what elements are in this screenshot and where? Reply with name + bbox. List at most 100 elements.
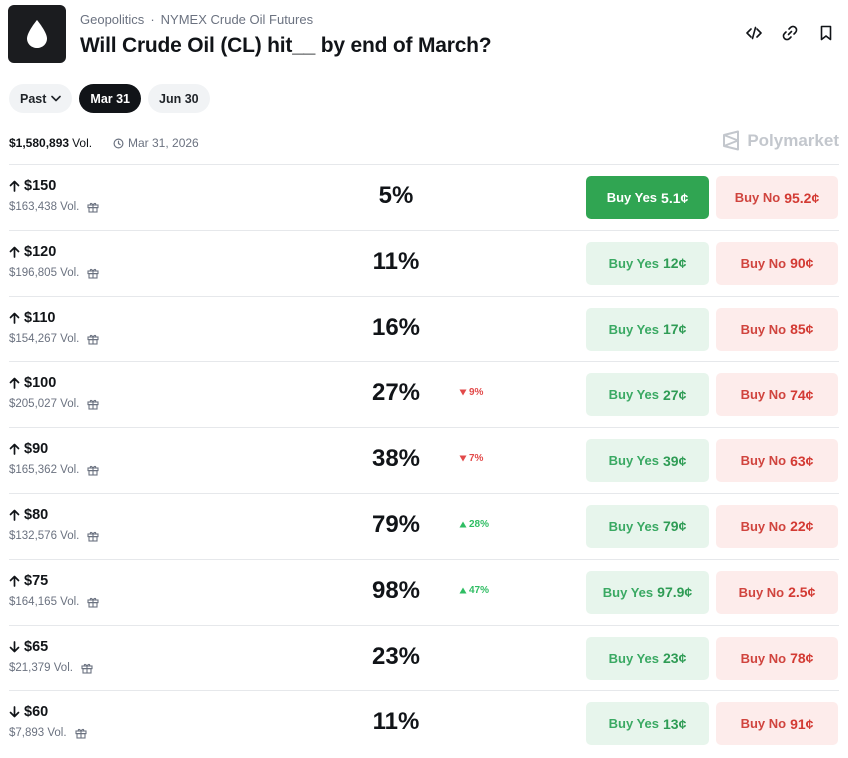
buy-yes-button[interactable]: Buy Yes 79¢ — [586, 504, 709, 548]
buy-no-button[interactable]: Buy No 63¢ — [716, 439, 838, 483]
gift-icon[interactable] — [87, 333, 99, 345]
outcome-volume: $21,379 Vol. — [9, 662, 93, 674]
probability-change: 47% — [459, 585, 489, 596]
outcome-row[interactable]: $60 $7,893 Vol. 11% Buy Yes 13¢ Buy No 9… — [9, 690, 839, 756]
strike-label: $80 — [24, 506, 49, 523]
change-up-icon — [459, 521, 467, 528]
page-title: Will Crude Oil (CL) hit__ by end of Marc… — [80, 34, 492, 57]
outcome-row[interactable]: $75 $164,165 Vol. 98% 47% Buy Yes 97.9¢ … — [9, 558, 839, 625]
link-icon[interactable] — [780, 23, 800, 43]
buy-no-button[interactable]: Buy No 91¢ — [716, 702, 838, 746]
outcome-volume-value: $205,027 Vol. — [9, 398, 80, 411]
gift-icon[interactable] — [75, 727, 87, 739]
probability-value: 27% — [371, 379, 421, 407]
outcome-volume: $7,893 Vol. — [9, 727, 87, 739]
outcome-row[interactable]: $150 $163,438 Vol. 5% Buy Yes 5.1¢ Buy N… — [9, 164, 839, 230]
buy-yes-button[interactable]: Buy Yes 97.9¢ — [586, 570, 709, 614]
buy-no-button[interactable]: Buy No 95.2¢ — [716, 176, 838, 219]
change-down-icon — [459, 389, 467, 396]
buy-yes-button[interactable]: Buy Yes 23¢ — [586, 636, 709, 680]
gift-icon[interactable] — [87, 267, 99, 279]
gift-icon[interactable] — [87, 201, 99, 213]
brand-name: Polymarket — [747, 130, 839, 150]
gift-icon[interactable] — [81, 662, 93, 674]
polymarket-logo-icon — [723, 130, 740, 151]
probability-value: 5% — [378, 182, 414, 209]
buy-no-price: 63¢ — [790, 452, 814, 469]
buy-yes-price: 79¢ — [663, 518, 687, 535]
embed-code-icon[interactable] — [744, 23, 764, 43]
gift-icon[interactable] — [87, 530, 99, 542]
buy-yes-price: 27¢ — [663, 386, 687, 403]
gift-icon[interactable] — [87, 398, 99, 410]
tab-jun-30[interactable]: Jun 30 — [148, 84, 210, 113]
gift-icon[interactable] — [87, 464, 99, 476]
probability-change: 7% — [459, 453, 483, 464]
arrow-down-icon — [9, 706, 20, 718]
outcome-volume-value: $196,805 Vol. — [9, 266, 80, 279]
probability-value: 23% — [371, 642, 421, 670]
buy-no-button[interactable]: Buy No 85¢ — [716, 307, 838, 351]
buy-no-label: Buy No — [740, 255, 787, 271]
change-down-icon — [459, 455, 467, 462]
arrow-up-icon — [9, 312, 20, 324]
strike-price: $90 — [9, 441, 48, 457]
buy-no-label: Buy No — [734, 190, 781, 205]
buy-yes-button[interactable]: Buy Yes 13¢ — [586, 702, 709, 746]
probability-value: 98% — [371, 576, 421, 604]
breadcrumb-subcategory[interactable]: NYMEX Crude Oil Futures — [161, 12, 313, 27]
tab-past-label: Past — [20, 91, 47, 106]
strike-label: $110 — [24, 309, 56, 326]
buy-yes-button[interactable]: Buy Yes 39¢ — [586, 439, 709, 483]
probability-value: 11% — [372, 708, 420, 736]
end-date-value: Mar 31, 2026 — [128, 136, 199, 150]
probability-value: 16% — [371, 313, 421, 341]
buy-yes-button[interactable]: Buy Yes 12¢ — [586, 241, 709, 285]
outcome-row[interactable]: $65 $21,379 Vol. 23% Buy Yes 23¢ Buy No … — [9, 624, 839, 691]
buy-yes-button[interactable]: Buy Yes 5.1¢ — [586, 176, 709, 219]
outcome-row[interactable]: $80 $132,576 Vol. 79% 28% Buy Yes 79¢ Bu… — [9, 492, 839, 559]
buy-no-price: 22¢ — [790, 518, 814, 535]
strike-price: $100 — [9, 375, 56, 391]
strike-price: $120 — [9, 244, 56, 260]
buy-yes-label: Buy Yes — [602, 584, 654, 600]
probability-change-value: 9% — [469, 387, 484, 399]
arrow-up-icon — [9, 575, 20, 587]
outcome-list: $150 $163,438 Vol. 5% Buy Yes 5.1¢ Buy N… — [9, 164, 839, 756]
buy-no-button[interactable]: Buy No 90¢ — [716, 241, 838, 285]
total-volume: $1,580,893 Vol. — [9, 136, 92, 150]
buy-no-price: 90¢ — [790, 255, 814, 272]
outcome-row[interactable]: $100 $205,027 Vol. 27% 9% Buy Yes 27¢ Bu… — [9, 361, 839, 427]
end-date: Mar 31, 2026 — [113, 136, 199, 150]
outcome-volume: $132,576 Vol. — [9, 530, 99, 542]
buy-yes-label: Buy Yes — [606, 190, 658, 205]
buy-no-price: 2.5¢ — [788, 584, 816, 601]
arrow-up-icon — [9, 246, 20, 258]
bookmark-icon[interactable] — [816, 23, 836, 43]
outcome-volume: $154,267 Vol. — [9, 333, 99, 345]
outcome-row[interactable]: $120 $196,805 Vol. 11% Buy Yes 12¢ Buy N… — [9, 229, 839, 296]
buy-no-button[interactable]: Buy No 2.5¢ — [716, 570, 838, 614]
outcome-volume: $165,362 Vol. — [9, 464, 99, 476]
buy-yes-button[interactable]: Buy Yes 17¢ — [586, 307, 709, 351]
outcome-volume: $164,165 Vol. — [9, 596, 99, 608]
buy-yes-button[interactable]: Buy Yes 27¢ — [586, 373, 709, 417]
gift-icon[interactable] — [87, 596, 99, 608]
buy-no-button[interactable]: Buy No 22¢ — [716, 504, 838, 548]
outcome-volume: $163,438 Vol. — [9, 201, 99, 213]
buy-no-button[interactable]: Buy No 78¢ — [716, 636, 838, 680]
polymarket-brand[interactable]: Polymarket — [722, 130, 839, 151]
buy-yes-label: Buy Yes — [608, 387, 659, 403]
buy-no-button[interactable]: Buy No 74¢ — [716, 373, 838, 417]
strike-price: $80 — [9, 507, 48, 523]
buy-yes-price: 17¢ — [663, 321, 687, 338]
strike-price: $110 — [9, 310, 55, 326]
buy-yes-label: Buy Yes — [608, 453, 659, 469]
tab-mar-31[interactable]: Mar 31 — [79, 84, 142, 113]
tab-past[interactable]: Past — [9, 84, 73, 113]
buy-yes-label: Buy Yes — [608, 716, 659, 732]
breadcrumb-category[interactable]: Geopolitics — [80, 12, 144, 27]
outcome-row[interactable]: $110 $154,267 Vol. 16% Buy Yes 17¢ Buy N… — [9, 295, 839, 362]
outcome-row[interactable]: $90 $165,362 Vol. 38% 7% Buy Yes 39¢ Buy… — [9, 427, 839, 493]
strike-price: $60 — [9, 704, 48, 720]
